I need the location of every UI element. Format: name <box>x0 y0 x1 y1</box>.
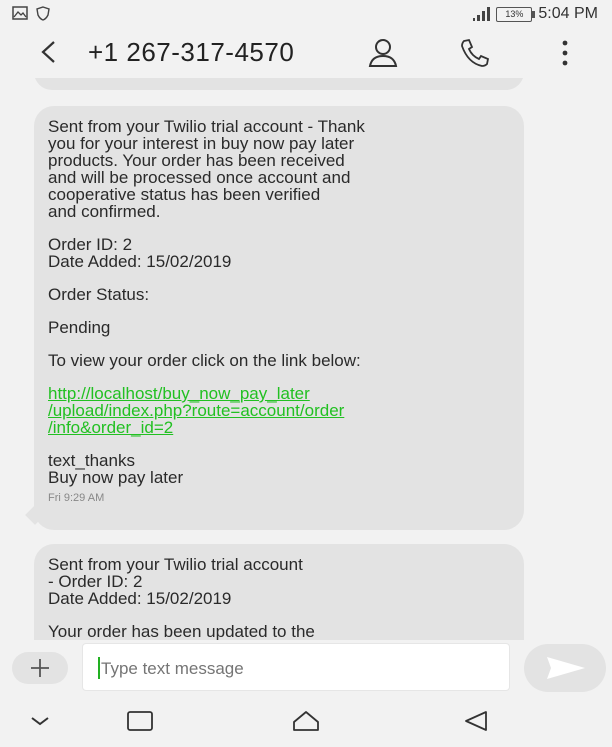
status-bar: 13% 5:04 PM <box>0 0 612 28</box>
chevron-left-icon <box>41 41 55 63</box>
send-button[interactable] <box>524 644 606 692</box>
message-bubble[interactable]: Sent from your Twilio trial account - Or… <box>34 544 524 640</box>
message-paragraph: Sent from your Twilio trial account - Th… <box>48 117 365 221</box>
message-paragraph: Order ID: 2 Date Added: 15/02/2019 <box>48 235 232 271</box>
phone-icon <box>461 38 490 67</box>
battery-level: 13% <box>505 8 524 19</box>
status-notifications <box>12 6 50 26</box>
previous-message-bubble <box>34 78 524 90</box>
shield-icon <box>36 6 50 26</box>
home-button[interactable] <box>290 706 322 736</box>
back-button[interactable] <box>36 34 66 70</box>
message-input-box[interactable] <box>82 643 510 691</box>
status-time: 5:04 PM <box>538 5 598 22</box>
message-paragraph: text_thanks Buy now pay later <box>48 451 184 487</box>
attach-button[interactable] <box>12 652 68 684</box>
message-timestamp: Fri 9:29 AM <box>48 492 105 504</box>
home-icon <box>293 711 319 731</box>
bubble-tail <box>25 505 45 525</box>
message-paragraph: Your order has been updated to the <box>48 622 315 640</box>
message-input[interactable] <box>99 658 503 680</box>
send-icon <box>547 657 585 679</box>
system-nav-bar <box>0 696 612 747</box>
call-button[interactable] <box>458 36 492 70</box>
message-paragraph: Sent from your Twilio trial account - Or… <box>48 555 303 608</box>
plus-icon <box>31 659 49 677</box>
message-bubble[interactable]: Sent from your Twilio trial account - Th… <box>25 106 524 530</box>
image-notification-icon <box>12 6 28 26</box>
message-list[interactable]: Sent from your Twilio trial account - Th… <box>0 78 612 640</box>
hide-keyboard-button[interactable] <box>24 706 56 736</box>
order-link[interactable]: http://localhost/buy_now_pay_later /uplo… <box>48 385 510 436</box>
more-options-button[interactable] <box>548 36 582 70</box>
triangle-back-icon <box>465 711 487 731</box>
recents-button[interactable] <box>124 706 156 736</box>
more-vert-icon <box>562 40 568 66</box>
contact-button[interactable] <box>366 36 400 70</box>
composer <box>0 640 612 696</box>
square-icon <box>127 711 153 731</box>
signal-icon <box>473 7 491 21</box>
message-paragraph: To view your order click on the link bel… <box>48 351 361 370</box>
person-icon <box>368 39 398 67</box>
message-paragraph: Pending <box>48 318 111 337</box>
back-nav-button[interactable] <box>460 706 492 736</box>
status-right: 13% 5:04 PM <box>473 5 598 23</box>
conversation-header: +1 267-317-4570 <box>0 28 612 78</box>
chevron-down-icon <box>31 717 49 726</box>
message-paragraph: Order Status: <box>48 285 150 304</box>
contact-title: +1 267-317-4570 <box>88 37 295 67</box>
battery-icon: 13% <box>496 6 536 22</box>
